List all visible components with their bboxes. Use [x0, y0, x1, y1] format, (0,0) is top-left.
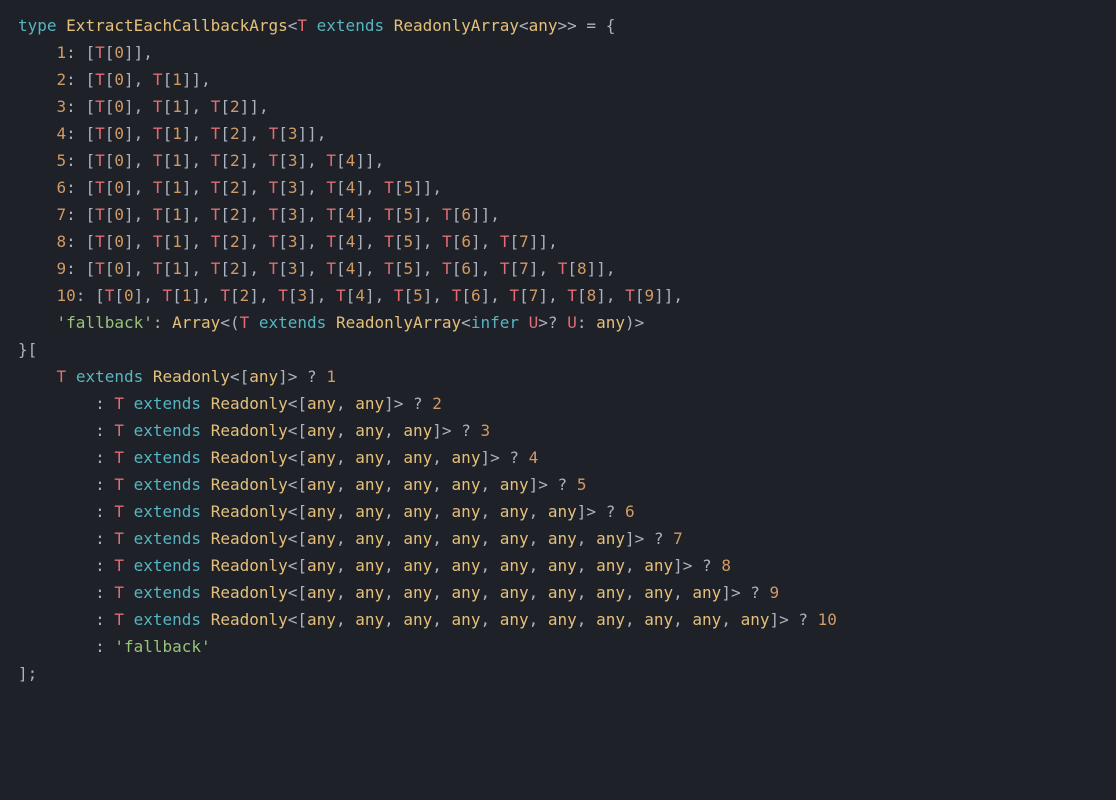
code-editor[interactable]: type ExtractEachCallbackArgs<T extends R… [0, 0, 1116, 699]
